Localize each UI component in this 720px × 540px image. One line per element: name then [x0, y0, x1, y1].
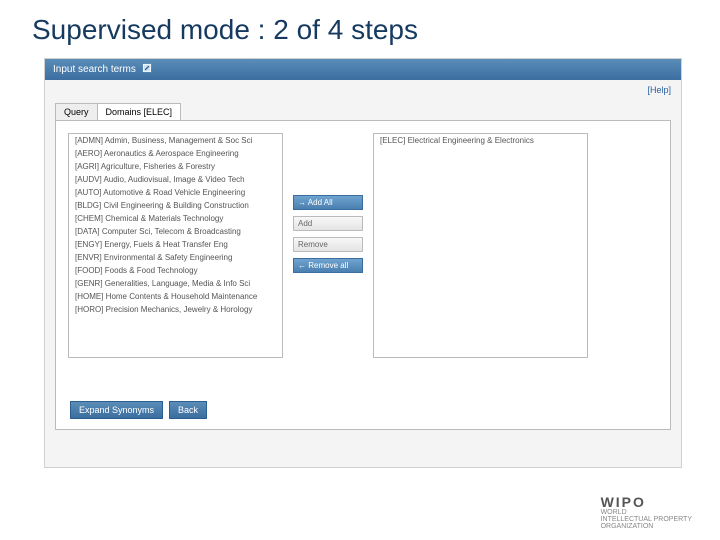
- remove-all-button[interactable]: ← Remove all: [293, 258, 363, 273]
- list-item[interactable]: [AUDV] Audio, Audiovisual, Image & Video…: [69, 173, 282, 186]
- titlebar: Input search terms: [45, 59, 681, 80]
- list-item[interactable]: [DATA] Computer Sci, Telecom & Broadcast…: [69, 225, 282, 238]
- list-item[interactable]: [ENVR] Environmental & Safety Engineerin…: [69, 251, 282, 264]
- back-button[interactable]: Back: [169, 401, 207, 419]
- slide-title: Supervised mode : 2 of 4 steps: [0, 0, 720, 54]
- list-item[interactable]: [BLDG] Civil Engineering & Building Cons…: [69, 199, 282, 212]
- list-item[interactable]: [AERO] Aeronautics & Aerospace Engineeri…: [69, 147, 282, 160]
- list-item[interactable]: [AGRI] Agriculture, Fisheries & Forestry: [69, 160, 282, 173]
- wipo-logo: WIPO WORLD INTELLECTUAL PROPERTY ORGANIZ…: [601, 495, 692, 530]
- app-window: Input search terms [Help] QueryDomains […: [44, 58, 682, 468]
- list-item[interactable]: [GENR] Generalities, Language, Media & I…: [69, 277, 282, 290]
- list-item[interactable]: [ADMN] Admin, Business, Management & Soc…: [69, 134, 282, 147]
- wipo-line1: WORLD: [601, 509, 692, 516]
- wipo-brand: WIPO: [601, 495, 692, 509]
- list-item[interactable]: [ELEC] Electrical Engineering & Electron…: [374, 134, 587, 147]
- selected-domains-list[interactable]: [ELEC] Electrical Engineering & Electron…: [373, 133, 588, 358]
- tab-query[interactable]: Query: [55, 103, 98, 121]
- edit-icon[interactable]: [142, 63, 152, 76]
- titlebar-label: Input search terms: [53, 64, 136, 75]
- wipo-line3: ORGANIZATION: [601, 523, 692, 530]
- list-item[interactable]: [CHEM] Chemical & Materials Technology: [69, 212, 282, 225]
- add-button[interactable]: Add: [293, 216, 363, 231]
- tab-bar: QueryDomains [ELEC]: [55, 102, 681, 120]
- list-item[interactable]: [AUTO] Automotive & Road Vehicle Enginee…: [69, 186, 282, 199]
- remove-button[interactable]: Remove: [293, 237, 363, 252]
- wipo-line2: INTELLECTUAL PROPERTY: [601, 516, 692, 523]
- transfer-buttons: → Add All Add Remove ← Remove all: [293, 133, 363, 358]
- list-item[interactable]: [ENGY] Energy, Fuels & Heat Transfer Eng: [69, 238, 282, 251]
- help-link[interactable]: [Help]: [647, 85, 671, 95]
- tab-domains[interactable]: Domains [ELEC]: [97, 103, 182, 121]
- expand-synonyms-button[interactable]: Expand Synonyms: [70, 401, 163, 419]
- add-all-button[interactable]: → Add All: [293, 195, 363, 210]
- domains-panel: [ADMN] Admin, Business, Management & Soc…: [55, 120, 671, 430]
- available-domains-list[interactable]: [ADMN] Admin, Business, Management & Soc…: [68, 133, 283, 358]
- list-item[interactable]: [FOOD] Foods & Food Technology: [69, 264, 282, 277]
- list-item[interactable]: [HOME] Home Contents & Household Mainten…: [69, 290, 282, 303]
- list-item[interactable]: [HORO] Precision Mechanics, Jewelry & Ho…: [69, 303, 282, 316]
